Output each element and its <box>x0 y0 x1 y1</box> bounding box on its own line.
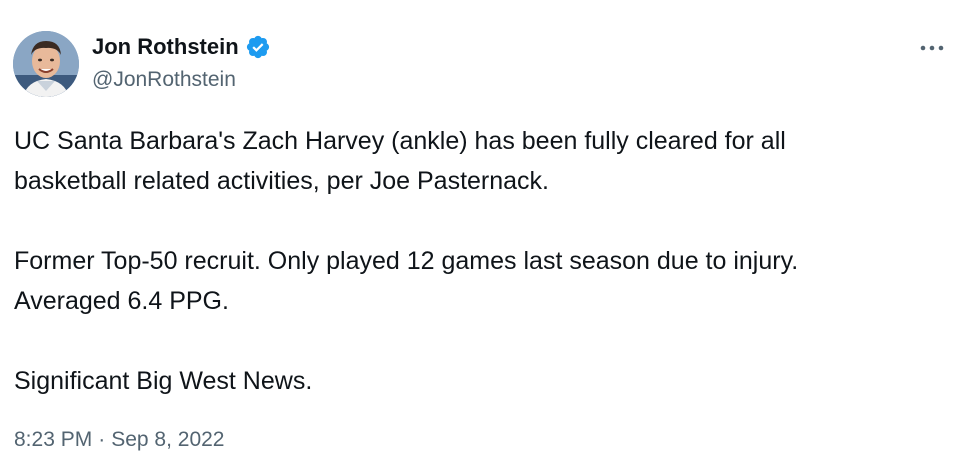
tweet-text-line: Former Top-50 recruit. Only played 12 ga… <box>14 247 799 275</box>
avatar-photo <box>13 31 79 97</box>
author-display-name[interactable]: Jon Rothstein <box>92 33 239 61</box>
author-name-row: Jon Rothstein <box>92 33 271 61</box>
tweet-time-link[interactable]: 8:23 PM <box>14 424 92 456</box>
verified-badge-icon[interactable] <box>245 34 271 60</box>
tweet-text-line: UC Santa Barbara's Zach Harvey (ankle) h… <box>14 127 786 155</box>
tweet-text-line: basketball related activities, per Joe P… <box>14 167 549 195</box>
author-handle[interactable]: @JonRothstein <box>92 66 236 94</box>
tweet-text-line: Averaged 6.4 PPG. <box>14 287 229 315</box>
more-options-icon[interactable] <box>914 34 950 62</box>
tweet-timestamp: 8:23 PM · Sep 8, 2022 <box>14 424 224 456</box>
avatar[interactable] <box>13 31 79 97</box>
tweet-text-line: Significant Big West News. <box>14 367 313 395</box>
tweet-card: Jon Rothstein @JonRothstein UC Santa Bar… <box>0 0 965 474</box>
timestamp-separator: · <box>98 428 106 451</box>
tweet-date-link[interactable]: Sep 8, 2022 <box>111 424 224 456</box>
tweet-text: UC Santa Barbara's Zach Harvey (ankle) h… <box>14 121 949 401</box>
